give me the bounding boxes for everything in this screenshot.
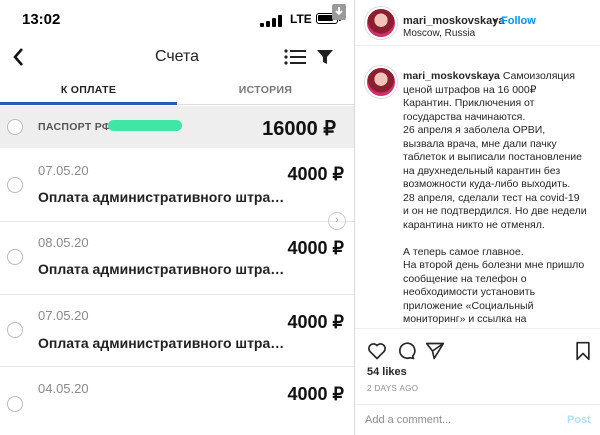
heart-icon[interactable] <box>367 341 387 361</box>
caption-line: А теперь самое главное. <box>403 245 524 258</box>
fine-amount: 4000 ₽ <box>287 238 345 258</box>
instagram-post-panel: mari_moskovskaya • Follow Moscow, Russia… <box>354 0 600 435</box>
caption-line: 28 апреля, сделали тест на covid-19 и он… <box>403 191 587 231</box>
header-username[interactable]: mari_moskovskaya <box>403 15 505 27</box>
caption: mari_moskovskaya Самоизоляция ценой штра… <box>403 70 587 328</box>
caption-line: 26 апреля я заболела ОРВИ, вызвала врача… <box>403 124 582 190</box>
bookmark-icon[interactable] <box>573 341 593 361</box>
fine-date: 07.05.20 <box>38 308 89 323</box>
passport-label: ПАСПОРТ РФ <box>38 121 112 133</box>
share-icon[interactable] <box>425 341 445 361</box>
nav-bar: Счета <box>0 38 354 80</box>
post-time: 2 DAYS AGO <box>367 384 419 393</box>
filter-icon[interactable] <box>316 48 334 66</box>
comment-bar: Post <box>355 404 600 435</box>
network-label: LTE <box>290 12 312 26</box>
tab-history[interactable]: ИСТОРИЯ <box>177 84 354 96</box>
follow-button[interactable]: Follow <box>501 15 536 27</box>
status-time: 13:02 <box>22 11 61 28</box>
fine-radio[interactable] <box>7 396 23 412</box>
header-separator: • <box>493 15 497 27</box>
post-header: mari_moskovskaya • Follow Moscow, Russia <box>355 0 600 46</box>
caption-line: На второй день болезни мне пришло сообще… <box>403 259 585 328</box>
fine-radio[interactable] <box>7 249 23 265</box>
phone-screenshot: 13:02 LTE Счета К ОПЛАТЕ ИСТОРИЯ ПАСПОРТ… <box>0 0 354 435</box>
avatar[interactable] <box>365 7 397 39</box>
download-arrow-icon <box>332 4 346 20</box>
row-divider <box>0 221 354 222</box>
comment-icon[interactable] <box>396 341 416 361</box>
post-button[interactable]: Post <box>567 414 591 426</box>
fine-radio[interactable] <box>7 177 23 193</box>
row-divider <box>0 366 354 367</box>
fine-date: 07.05.20 <box>38 163 89 178</box>
fine-title[interactable]: Оплата административного штрафа п... <box>38 261 286 277</box>
caption-line: Карантин. Приключения от государства нач… <box>403 97 535 123</box>
fine-radio[interactable] <box>7 322 23 338</box>
fine-title[interactable]: Оплата административного штрафа п... <box>38 335 286 351</box>
fine-amount: 4000 ₽ <box>287 164 345 184</box>
row-divider <box>0 294 354 295</box>
status-bar: 13:02 LTE <box>0 0 354 38</box>
scroll-chevron-icon[interactable]: › <box>328 212 346 230</box>
caption-username[interactable]: mari_moskovskaya <box>403 70 500 82</box>
location-link[interactable]: Moscow, Russia <box>403 28 475 39</box>
fine-date: 08.05.20 <box>38 235 89 250</box>
caption-avatar[interactable] <box>365 66 397 98</box>
fine-date: 04.05.20 <box>38 381 89 396</box>
active-tab-indicator <box>0 102 177 105</box>
likes-count[interactable]: 54 likes <box>367 366 407 378</box>
fine-amount: 4000 ₽ <box>287 384 345 404</box>
tab-bar: К ОПЛАТЕ ИСТОРИЯ <box>0 80 354 106</box>
passport-radio[interactable] <box>7 119 23 135</box>
tab-to-pay[interactable]: К ОПЛАТЕ <box>0 84 177 96</box>
list-view-icon[interactable] <box>284 48 306 66</box>
fine-amount: 4000 ₽ <box>287 312 345 332</box>
signal-icon <box>260 15 284 27</box>
fine-title[interactable]: Оплата административного штрафа п... <box>38 189 286 205</box>
redaction-mark <box>108 120 182 131</box>
actions-divider <box>355 328 600 329</box>
comment-input[interactable] <box>365 414 545 426</box>
passport-amount: 16000 ₽ <box>262 118 336 140</box>
